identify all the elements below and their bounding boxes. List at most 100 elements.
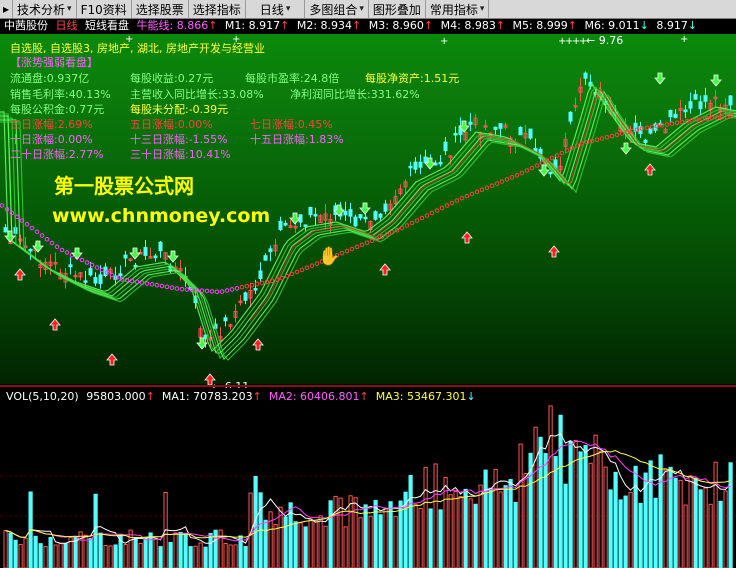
arrow-up-icon: ↑ <box>567 19 577 32</box>
signal-circle <box>209 289 215 294</box>
tab-common-indicators[interactable]: 常用指标 ▾ <box>426 0 490 18</box>
volume-bar <box>283 516 288 568</box>
volume-bar <box>408 475 413 568</box>
volume-bar <box>298 522 303 568</box>
volume-bar <box>343 526 348 568</box>
volume-bar <box>718 500 723 568</box>
volume-bar <box>668 466 673 568</box>
volume-bar <box>523 473 528 568</box>
tab-multi-chart[interactable]: 多图组合 ▾ <box>305 0 369 18</box>
candle-body <box>668 109 673 118</box>
volume-bar <box>438 509 443 568</box>
change-30d: 三十日涨幅:10.41% <box>130 148 231 161</box>
candle-body <box>223 317 228 322</box>
chevron-down-icon: ▾ <box>285 4 291 14</box>
volume-bar <box>468 498 473 568</box>
candle-body <box>123 254 128 259</box>
volume-bar <box>328 500 333 568</box>
volume-chart[interactable] <box>0 388 736 568</box>
volume-bar <box>448 494 453 568</box>
volume-bar <box>663 469 668 568</box>
change-13d: 十三日涨幅:-1.55% <box>130 133 228 146</box>
volume-bar <box>703 487 708 568</box>
signal-circle <box>174 286 180 291</box>
sell-arrow-icon <box>129 247 141 260</box>
volume-bar <box>533 426 538 568</box>
volume-bar <box>348 495 353 568</box>
arrow-up-icon: ↑ <box>145 390 155 403</box>
m5-value: M5: 8.999 <box>512 19 568 32</box>
volume-bar <box>303 526 308 568</box>
arrow-up-icon: ↑ <box>359 390 369 403</box>
volume-bar <box>313 519 318 568</box>
signal-circle <box>409 220 415 226</box>
candle-body <box>153 255 158 259</box>
candle-body <box>263 255 268 261</box>
candle-body <box>443 141 448 152</box>
candle-body <box>253 288 258 291</box>
signal-circle <box>399 225 405 231</box>
candle-body <box>568 111 573 122</box>
candle-body <box>303 224 308 227</box>
tab-select-stock[interactable]: 选择股票 <box>132 0 189 18</box>
toolbar-prev-arrow[interactable]: ▸ <box>0 0 14 18</box>
signal-circle <box>64 250 70 255</box>
candle-body <box>498 123 503 129</box>
signal-circle <box>424 213 430 218</box>
tab-period[interactable]: 日线 ▾ <box>246 0 306 18</box>
volume-bar <box>418 507 423 568</box>
signal-circle <box>674 120 680 126</box>
candle-body <box>313 213 318 217</box>
buy-arrow-icon <box>106 353 118 366</box>
volume-bar <box>168 541 173 568</box>
volume-bar <box>683 504 688 568</box>
signal-circle <box>294 269 300 275</box>
candle-body <box>98 274 103 284</box>
volume-bar <box>488 487 493 568</box>
indicator-name: 短线看盘 <box>85 19 129 32</box>
candle-body <box>93 277 98 284</box>
volume-bar <box>598 450 603 568</box>
volume-bar <box>48 536 53 568</box>
candle-body <box>88 268 93 276</box>
energy-value: 牛能线: 8.866 <box>136 19 209 32</box>
volume-bar <box>498 491 503 568</box>
signal-circle <box>199 288 205 293</box>
volume-bar <box>243 545 248 568</box>
candle-body <box>363 216 368 220</box>
signal-circle <box>524 168 530 173</box>
volume-bar <box>723 490 728 568</box>
pe-value: 每股市盈率:24.8倍 <box>245 72 340 85</box>
tab-overlay[interactable]: 图形叠加 <box>369 0 426 18</box>
signal-circle <box>474 189 480 195</box>
volume-bar <box>128 529 133 568</box>
arrow-down-icon: ↓ <box>687 19 698 32</box>
watermark-title: 第一股票公式网 <box>54 174 194 198</box>
volume-ma3: MA3: 53467.301 <box>375 390 467 403</box>
profit-growth: 净利润同比增长:331.62% <box>290 88 420 101</box>
change-20d: 二十日涨幅:2.77% <box>10 148 104 161</box>
signal-circle <box>234 286 240 291</box>
chevron-down-icon: ▾ <box>67 4 72 14</box>
tab-label: F10资料 <box>80 2 127 17</box>
signal-circle <box>439 205 445 211</box>
volume-bar <box>318 515 323 568</box>
tab-label: 常用指标 <box>429 2 478 17</box>
volume-bar <box>173 532 178 568</box>
signal-circle <box>449 200 455 206</box>
buy-arrow-icon <box>14 268 26 281</box>
volume-bar <box>323 525 328 568</box>
circulating-shares: 流通盘:0.937亿 <box>10 72 90 85</box>
chevron-down-icon: ▾ <box>479 4 485 14</box>
volume-bar <box>183 533 188 568</box>
tab-select-indicator[interactable]: 选择指标 <box>189 0 246 18</box>
volume-bar <box>228 544 233 568</box>
candle-body <box>673 113 678 118</box>
volume-bar <box>193 545 198 568</box>
tab-technical-analysis[interactable]: 技术分析 ▾ <box>13 0 77 18</box>
candle-body <box>158 241 163 252</box>
tab-f10[interactable]: F10资料 <box>77 0 132 18</box>
tab-label: 多图组合 <box>309 2 358 17</box>
signal-circle <box>454 198 460 203</box>
pane-divider[interactable] <box>0 385 736 387</box>
